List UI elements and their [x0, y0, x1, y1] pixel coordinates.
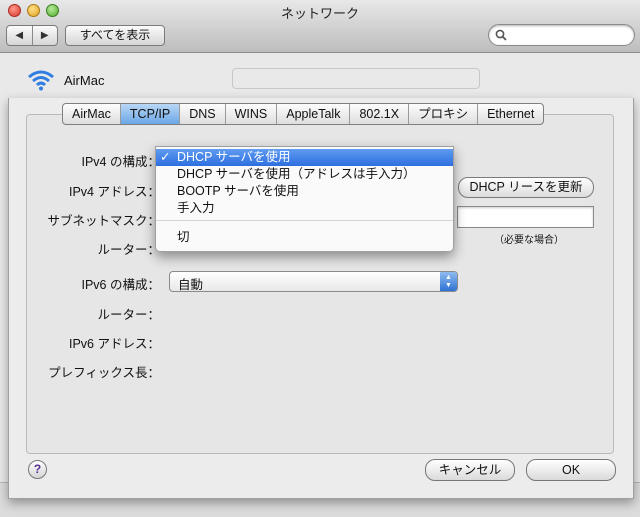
search-icon: [495, 29, 507, 41]
ipv6-address-label: IPv6 アドレス：: [69, 337, 160, 351]
subnet-mask-label: サブネットマスク：: [47, 214, 160, 228]
tab-8021x[interactable]: 802.1X: [350, 104, 410, 124]
tab-airmac[interactable]: AirMac: [63, 104, 121, 124]
ipv6-config-label: IPv6 の構成：: [81, 278, 161, 292]
ipv4-address-label: IPv4 アドレス：: [69, 185, 160, 199]
tab-appletalk[interactable]: AppleTalk: [277, 104, 351, 124]
tab-proxy[interactable]: プロキシ: [409, 104, 479, 124]
menu-item-off[interactable]: 切: [156, 229, 453, 246]
search-field[interactable]: [488, 24, 635, 46]
menu-item-dhcp-manual[interactable]: DHCP サーバを使用（アドレスは手入力）: [156, 166, 453, 183]
title-bar: ネットワーク ◀ ▶ すべてを表示: [0, 0, 640, 53]
back-forward-control: ◀ ▶: [6, 25, 58, 46]
settings-tabs: AirMac TCP/IP DNS WINS AppleTalk 802.1X …: [62, 103, 545, 125]
ipv6-config-popup[interactable]: 自動 ▲ ▼: [169, 271, 458, 292]
window-title: ネットワーク: [280, 6, 359, 21]
help-button[interactable]: ?: [28, 460, 47, 479]
menu-item-dhcp[interactable]: ✓ DHCP サーバを使用: [156, 149, 453, 166]
cancel-button[interactable]: キャンセル: [425, 459, 515, 481]
ipv6-config-value: 自動: [178, 278, 204, 292]
back-arrow-icon[interactable]: ◀: [7, 26, 33, 45]
forward-arrow-icon[interactable]: ▶: [33, 26, 58, 45]
prefix-length-label: プレフィックス長：: [48, 366, 160, 380]
menu-item-label: BOOTP サーバを使用: [177, 184, 299, 198]
tab-wins[interactable]: WINS: [226, 104, 278, 124]
router-label: ルーター：: [97, 243, 160, 257]
checkmark-icon: ✓: [160, 150, 171, 164]
ipv6-router-label: ルーター：: [97, 308, 160, 322]
menu-item-label: DHCP サーバを使用: [177, 150, 291, 164]
ipv4-config-menu: ✓ DHCP サーバを使用 DHCP サーバを使用（アドレスは手入力） BOOT…: [155, 146, 454, 252]
ok-button[interactable]: OK: [526, 459, 616, 481]
interface-name: AirMac: [64, 73, 105, 88]
menu-item-manual[interactable]: 手入力: [156, 200, 453, 217]
ipv4-config-label: IPv4 の構成：: [81, 155, 161, 169]
show-all-button[interactable]: すべてを表示: [65, 25, 165, 46]
tab-tcpip[interactable]: TCP/IP: [120, 104, 181, 124]
menu-item-label: 手入力: [177, 201, 215, 215]
airmac-wifi-icon: [28, 70, 54, 91]
menu-item-label: 切: [177, 230, 190, 244]
menu-separator: [156, 220, 453, 221]
updown-arrows-icon: ▲ ▼: [440, 272, 457, 291]
menu-item-bootp[interactable]: BOOTP サーバを使用: [156, 183, 453, 200]
renew-dhcp-lease-button[interactable]: DHCP リースを更新: [458, 177, 594, 198]
menu-item-label: DHCP サーバを使用（アドレスは手入力）: [177, 167, 416, 181]
required-note: （必要な場合）: [494, 235, 564, 246]
location-popup: [232, 68, 480, 89]
dhcp-client-id-field[interactable]: [457, 206, 594, 228]
tab-ethernet[interactable]: Ethernet: [478, 104, 543, 124]
tab-dns[interactable]: DNS: [180, 104, 226, 124]
